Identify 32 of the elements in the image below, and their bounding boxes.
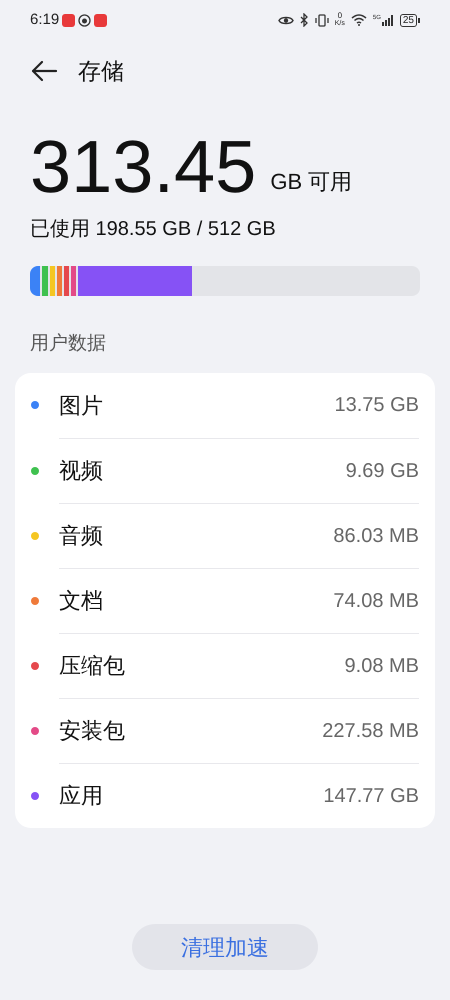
page-title: 存储 [78,56,124,86]
category-name[interactable]: 图片 [59,388,103,422]
category-name[interactable]: 文档 [59,584,103,617]
category-size: 74.08 MB [333,588,419,614]
app-icon [62,14,76,26]
eye-icon [278,14,294,26]
bluetooth-icon [300,13,309,27]
network-speed: 0 [338,12,342,20]
vibrate-icon [314,14,329,26]
category-name[interactable]: 压缩包 [59,649,125,682]
category-size: 9.08 MB [344,654,419,678]
back-icon[interactable] [30,60,58,82]
category-name[interactable]: 应用 [59,779,103,812]
section-title: 用户数据 [29,332,107,356]
app-icon [78,14,92,26]
category-size: 147.77 GB [323,784,419,808]
status-time: 6:19 [30,10,60,30]
category-name[interactable]: 安装包 [59,714,125,747]
signal-icon [382,14,394,26]
category-name[interactable]: 视频 [59,454,103,487]
used-storage: 已使用 198.55 GB / 512 GB [29,217,277,242]
battery-indicator: 25 [400,14,417,26]
app-icon [94,14,108,26]
category-size: 9.69 GB [346,458,419,484]
category-name[interactable]: 音频 [59,519,103,552]
available-unit: GB 可用 [270,168,352,196]
clean-button[interactable]: 清理加速 [132,924,318,970]
wifi-icon [350,14,367,26]
category-size: 13.75 GB [334,393,419,418]
available-amount: 313.45 [30,128,256,206]
category-size: 86.03 MB [333,524,419,548]
category-size: 227.58 MB [322,718,419,744]
